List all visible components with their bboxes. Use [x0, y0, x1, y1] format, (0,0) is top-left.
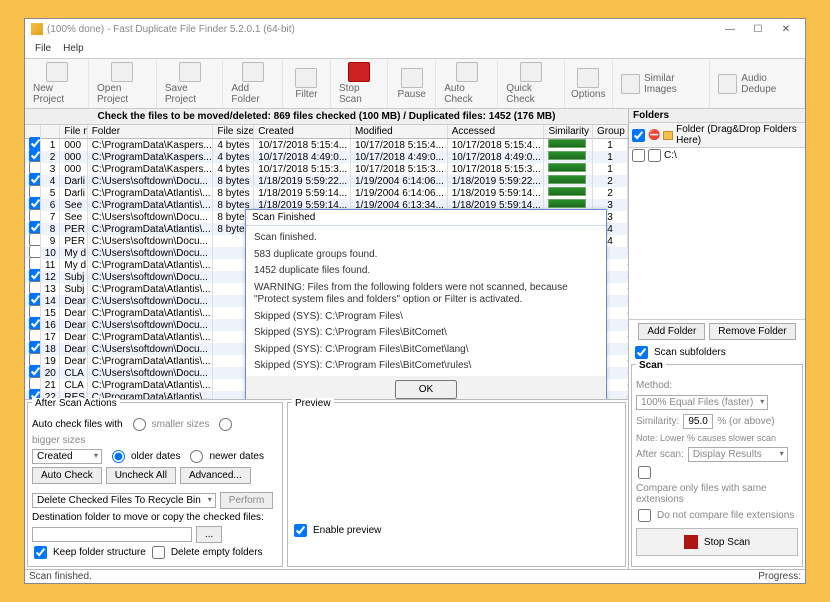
- folder-col-check[interactable]: [632, 129, 645, 142]
- compare-ext-checkbox[interactable]: [638, 466, 651, 479]
- table-row[interactable]: 5DarliC:\ProgramData\Atlantis\...8 bytes…: [25, 187, 628, 199]
- new-project-button[interactable]: New Project: [25, 59, 89, 108]
- folders-header: Folders: [629, 109, 805, 123]
- filter-icon: [295, 68, 317, 88]
- older-dates-radio[interactable]: [112, 450, 125, 463]
- folder-icon: [663, 131, 673, 140]
- titlebar: (100% done) - Fast Duplicate File Finder…: [25, 19, 805, 39]
- delete-action-combo[interactable]: Delete Checked Files To Recycle Bin: [32, 493, 216, 508]
- col-group[interactable]: Group: [593, 125, 628, 138]
- table-row[interactable]: 1000C:\ProgramData\Kaspers...4 bytes10/1…: [25, 139, 628, 151]
- preview-legend: Preview: [292, 398, 334, 409]
- table-row[interactable]: 4DarliC:\Users\softdown\Docu...8 bytes1/…: [25, 175, 628, 187]
- audio-dedupe-button[interactable]: Audio Dedupe: [710, 59, 805, 108]
- minimize-button[interactable]: —: [717, 21, 743, 37]
- autocheck-icon: [456, 62, 478, 82]
- stop-scan-big-button[interactable]: Stop Scan: [636, 528, 798, 556]
- maximize-button[interactable]: ☐: [745, 21, 771, 37]
- exclude-icon: ⛔: [648, 130, 660, 141]
- app-window: (100% done) - Fast Duplicate File Finder…: [24, 18, 806, 584]
- enable-preview-checkbox[interactable]: [294, 524, 307, 537]
- remove-folder-button[interactable]: Remove Folder: [709, 323, 795, 340]
- no-compare-ext-checkbox[interactable]: [638, 509, 651, 522]
- add-folder-button[interactable]: Add Folder: [223, 59, 283, 108]
- dialog-body: Scan finished.583 duplicate groups found…: [246, 226, 606, 376]
- window-title: (100% done) - Fast Duplicate File Finder…: [47, 24, 715, 35]
- col-folder[interactable]: Folder: [88, 125, 214, 138]
- col-accessed[interactable]: Accessed: [448, 125, 545, 138]
- similar-images-icon: [621, 74, 640, 94]
- newer-dates-radio[interactable]: [190, 450, 203, 463]
- table-row[interactable]: 3000C:\ProgramData\Kaspers...4 bytes10/1…: [25, 163, 628, 175]
- summary-band: Check the files to be moved/deleted: 869…: [25, 109, 628, 125]
- preview-panel: Preview Enable preview: [287, 402, 626, 567]
- after-scan-panel: After Scan Actions Auto check files with…: [27, 402, 283, 567]
- scan-panel: Scan Method:100% Equal Files (faster) Si…: [631, 364, 803, 567]
- add-folder-icon: [242, 62, 264, 82]
- statusbar: Scan finished. Progress:: [25, 569, 805, 583]
- similar-images-button[interactable]: Similar Images: [613, 59, 710, 108]
- bigger-sizes-radio[interactable]: [219, 418, 232, 431]
- open-project-icon: [111, 62, 133, 82]
- menu-help[interactable]: Help: [57, 41, 90, 56]
- close-button[interactable]: ✕: [773, 21, 799, 37]
- pause-icon: [401, 68, 423, 88]
- scan-finished-dialog: Scan Finished Scan finished.583 duplicat…: [245, 209, 607, 399]
- quickcheck-icon: [520, 62, 542, 82]
- audio-dedupe-icon: [718, 74, 737, 94]
- similarity-input[interactable]: 95.0: [683, 414, 713, 429]
- pause-button[interactable]: Pause: [388, 59, 436, 108]
- filter-button[interactable]: Filter: [283, 59, 331, 108]
- results-grid: File name Folder File size Created Modif…: [25, 125, 628, 399]
- col-modified[interactable]: Modified: [351, 125, 448, 138]
- uncheck-all-button[interactable]: Uncheck All: [106, 467, 176, 484]
- folder-row-check[interactable]: [632, 149, 645, 162]
- keep-structure-checkbox[interactable]: [34, 546, 47, 559]
- add-folder-side-button[interactable]: Add Folder: [638, 323, 705, 340]
- dialog-ok-button[interactable]: OK: [395, 380, 457, 399]
- advanced-button[interactable]: Advanced...: [180, 467, 251, 484]
- col-similarity[interactable]: Similarity: [544, 125, 593, 138]
- menu-file[interactable]: File: [29, 41, 57, 56]
- folder-row-exclude[interactable]: [648, 149, 661, 162]
- menubar: File Help: [25, 39, 805, 59]
- destination-input[interactable]: [32, 527, 192, 542]
- scan-legend: Scan: [636, 360, 666, 371]
- folder-row[interactable]: C:\: [629, 148, 805, 163]
- app-icon: [31, 23, 43, 35]
- options-button[interactable]: Options: [565, 59, 613, 108]
- stop-icon: [684, 535, 698, 549]
- table-row[interactable]: 2000C:\ProgramData\Kaspers...4 bytes10/1…: [25, 151, 628, 163]
- method-combo[interactable]: 100% Equal Files (faster): [636, 395, 768, 410]
- date-type-combo[interactable]: Created: [32, 449, 102, 464]
- delete-empty-checkbox[interactable]: [152, 546, 165, 559]
- save-project-icon: [179, 62, 201, 82]
- status-right: Progress:: [758, 571, 801, 582]
- quick-check-button[interactable]: Quick Check: [498, 59, 564, 108]
- after-scan-combo[interactable]: Display Results: [688, 447, 788, 462]
- new-project-icon: [46, 62, 68, 82]
- toolbar: New Project Open Project Save Project Ad…: [25, 59, 805, 109]
- options-icon: [577, 68, 599, 88]
- smaller-sizes-radio[interactable]: [133, 418, 146, 431]
- col-filename[interactable]: File name: [60, 125, 87, 138]
- perform-button[interactable]: Perform: [220, 492, 274, 509]
- grid-header: File name Folder File size Created Modif…: [25, 125, 628, 139]
- dialog-title: Scan Finished: [246, 210, 606, 226]
- after-scan-legend: After Scan Actions: [32, 398, 120, 409]
- stop-icon: [348, 62, 370, 82]
- status-left: Scan finished.: [29, 571, 92, 582]
- open-project-button[interactable]: Open Project: [89, 59, 157, 108]
- scan-subfolders-checkbox[interactable]: [635, 346, 648, 359]
- col-size[interactable]: File size: [213, 125, 254, 138]
- auto-check-button[interactable]: Auto Check: [436, 59, 498, 108]
- col-created[interactable]: Created: [254, 125, 351, 138]
- save-project-button[interactable]: Save Project: [157, 59, 223, 108]
- stop-scan-button[interactable]: Stop Scan: [331, 59, 388, 108]
- browse-button[interactable]: ...: [196, 526, 222, 543]
- folders-grid: ⛔ Folder (Drag&Drop Folders Here) C:\: [629, 123, 805, 320]
- auto-check-action-button[interactable]: Auto Check: [32, 467, 102, 484]
